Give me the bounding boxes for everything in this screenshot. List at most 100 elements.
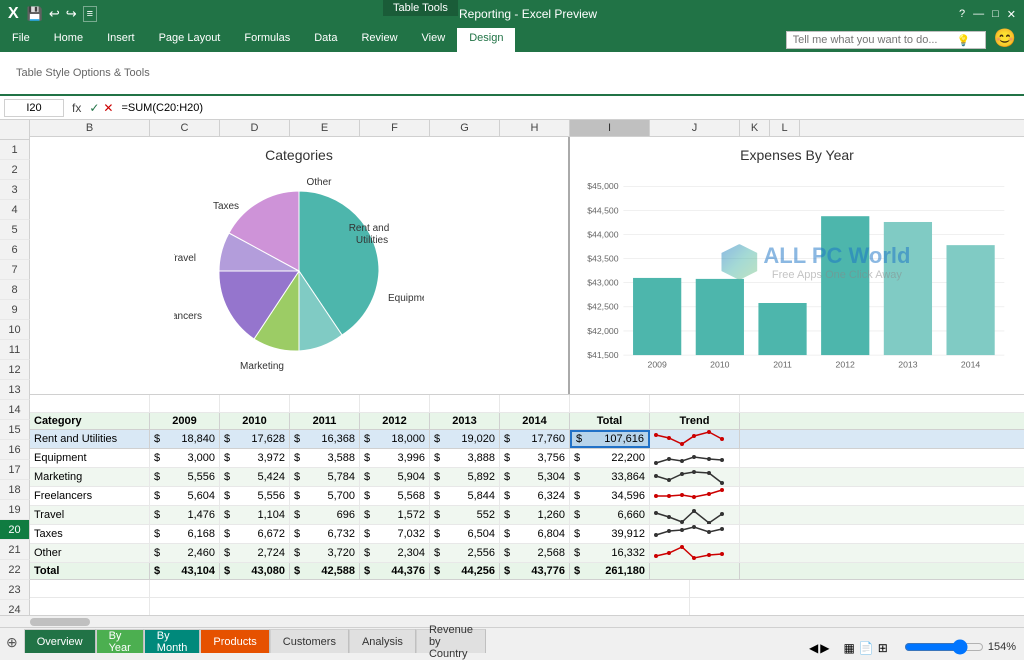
tab-design[interactable]: Design bbox=[457, 28, 515, 52]
tab-products[interactable]: Products bbox=[200, 629, 269, 653]
col-header-K[interactable]: K bbox=[740, 120, 770, 136]
tab-data[interactable]: Data bbox=[302, 28, 349, 52]
cell-27-2014[interactable]: $43,776 bbox=[500, 563, 570, 579]
cell-24-category[interactable]: Travel bbox=[30, 506, 150, 524]
search-input[interactable] bbox=[793, 34, 953, 46]
cell-22-total[interactable]: $33,864 bbox=[570, 468, 650, 486]
cell-24-2013[interactable]: $552 bbox=[430, 506, 500, 524]
cell-26-2010[interactable]: $2,724 bbox=[220, 544, 290, 562]
cell-18-G[interactable] bbox=[430, 395, 500, 411]
cell-20-2011[interactable]: $16,368 bbox=[290, 430, 360, 448]
tab-page-layout[interactable]: Page Layout bbox=[147, 28, 233, 52]
header-2014[interactable]: 2014 bbox=[500, 413, 570, 429]
close-button[interactable]: ✕ bbox=[1007, 8, 1016, 21]
cell-22-2012[interactable]: $5,904 bbox=[360, 468, 430, 486]
cell-25-2009[interactable]: $6,168 bbox=[150, 525, 220, 543]
tab-view[interactable]: View bbox=[410, 28, 458, 52]
cell-22-2011[interactable]: $5,784 bbox=[290, 468, 360, 486]
cell-21-total[interactable]: $22,200 bbox=[570, 449, 650, 467]
col-header-E[interactable]: E bbox=[290, 120, 360, 136]
cell-27-2009[interactable]: $43,104 bbox=[150, 563, 220, 579]
tab-insert[interactable]: Insert bbox=[95, 28, 147, 52]
cell-21-2012[interactable]: $3,996 bbox=[360, 449, 430, 467]
restore-button[interactable]: □ bbox=[992, 8, 999, 20]
tab-file[interactable]: File bbox=[0, 28, 42, 52]
cell-24-total[interactable]: $6,660 bbox=[570, 506, 650, 524]
cell-26-2013[interactable]: $2,556 bbox=[430, 544, 500, 562]
cell-23-2013[interactable]: $5,844 bbox=[430, 487, 500, 505]
cell-26-2014[interactable]: $2,568 bbox=[500, 544, 570, 562]
cell-20-2012[interactable]: $18,000 bbox=[360, 430, 430, 448]
cell-27-2013[interactable]: $44,256 bbox=[430, 563, 500, 579]
header-2010[interactable]: 2010 bbox=[220, 413, 290, 429]
cell-26-category[interactable]: Other bbox=[30, 544, 150, 562]
add-sheet-button[interactable]: ⊕ bbox=[0, 630, 24, 655]
tab-by-year[interactable]: By Year bbox=[96, 629, 144, 653]
minimize-button[interactable]: — bbox=[973, 8, 984, 20]
cell-18-J[interactable] bbox=[650, 395, 740, 411]
cell-24-2014[interactable]: $1,260 bbox=[500, 506, 570, 524]
name-box[interactable] bbox=[4, 99, 64, 117]
tab-overview[interactable]: Overview bbox=[24, 629, 96, 653]
cell-29-B[interactable] bbox=[30, 598, 150, 615]
cell-25-2010[interactable]: $6,672 bbox=[220, 525, 290, 543]
redo-icon[interactable]: ↪ bbox=[66, 6, 77, 22]
cell-25-2013[interactable]: $6,504 bbox=[430, 525, 500, 543]
cell-26-2009[interactable]: $2,460 bbox=[150, 544, 220, 562]
page-break-icon[interactable]: ⊞ bbox=[878, 641, 888, 655]
cell-25-2011[interactable]: $6,732 bbox=[290, 525, 360, 543]
undo-icon[interactable]: ↩ bbox=[49, 6, 60, 22]
cell-25-2012[interactable]: $7,032 bbox=[360, 525, 430, 543]
scroll-right-icon[interactable]: ▶ bbox=[820, 641, 829, 655]
cell-21-category[interactable]: Equipment bbox=[30, 449, 150, 467]
cell-28-B[interactable] bbox=[30, 580, 150, 596]
cell-18-I[interactable] bbox=[570, 395, 650, 411]
cell-18-D[interactable] bbox=[220, 395, 290, 411]
cell-26-2012[interactable]: $2,304 bbox=[360, 544, 430, 562]
col-header-D[interactable]: D bbox=[220, 120, 290, 136]
scroll-thumb-h[interactable] bbox=[30, 618, 90, 626]
cell-21-2014[interactable]: $3,756 bbox=[500, 449, 570, 467]
cell-20-2010[interactable]: $17,628 bbox=[220, 430, 290, 448]
cell-28-rest[interactable] bbox=[150, 580, 690, 596]
header-category[interactable]: Category bbox=[30, 413, 150, 429]
cell-20-total[interactable]: $107,616 bbox=[570, 430, 650, 448]
col-header-B[interactable]: B bbox=[30, 120, 150, 136]
cell-27-2012[interactable]: $44,376 bbox=[360, 563, 430, 579]
cell-23-2011[interactable]: $5,700 bbox=[290, 487, 360, 505]
cell-22-2009[interactable]: $5,556 bbox=[150, 468, 220, 486]
cell-25-2014[interactable]: $6,804 bbox=[500, 525, 570, 543]
cell-27-total[interactable]: $261,180 bbox=[570, 563, 650, 579]
cell-23-2010[interactable]: $5,556 bbox=[220, 487, 290, 505]
tab-analysis[interactable]: Analysis bbox=[349, 629, 416, 653]
cell-21-2010[interactable]: $3,972 bbox=[220, 449, 290, 467]
cell-29-rest[interactable] bbox=[150, 598, 690, 615]
cell-27-2010[interactable]: $43,080 bbox=[220, 563, 290, 579]
tab-home[interactable]: Home bbox=[42, 28, 95, 52]
cell-23-total[interactable]: $34,596 bbox=[570, 487, 650, 505]
quick-save-icon[interactable]: 💾 bbox=[27, 6, 43, 22]
cell-24-2012[interactable]: $1,572 bbox=[360, 506, 430, 524]
cell-21-2009[interactable]: $3,000 bbox=[150, 449, 220, 467]
cell-22-2013[interactable]: $5,892 bbox=[430, 468, 500, 486]
header-2013[interactable]: 2013 bbox=[430, 413, 500, 429]
cell-25-category[interactable]: Taxes bbox=[30, 525, 150, 543]
cell-24-2011[interactable]: $696 bbox=[290, 506, 360, 524]
tab-formulas[interactable]: Formulas bbox=[232, 28, 302, 52]
cell-21-2011[interactable]: $3,588 bbox=[290, 449, 360, 467]
header-2009[interactable]: 2009 bbox=[150, 413, 220, 429]
cell-18-E[interactable] bbox=[290, 395, 360, 411]
formula-cancel[interactable]: ✕ bbox=[103, 101, 113, 115]
cell-27-2011[interactable]: $42,588 bbox=[290, 563, 360, 579]
cell-18-B[interactable] bbox=[30, 395, 150, 411]
normal-view-icon[interactable]: ▦ bbox=[844, 641, 855, 655]
header-trend[interactable]: Trend bbox=[650, 413, 740, 429]
cell-20-2014[interactable]: $17,760 bbox=[500, 430, 570, 448]
ribbon-search[interactable]: 💡 bbox=[786, 31, 986, 49]
help-icon[interactable]: ? bbox=[959, 8, 965, 20]
customize-icon[interactable]: ≡ bbox=[83, 6, 97, 22]
cell-21-2013[interactable]: $3,888 bbox=[430, 449, 500, 467]
cell-22-2014[interactable]: $5,304 bbox=[500, 468, 570, 486]
cell-26-total[interactable]: $16,332 bbox=[570, 544, 650, 562]
header-total[interactable]: Total bbox=[570, 413, 650, 429]
